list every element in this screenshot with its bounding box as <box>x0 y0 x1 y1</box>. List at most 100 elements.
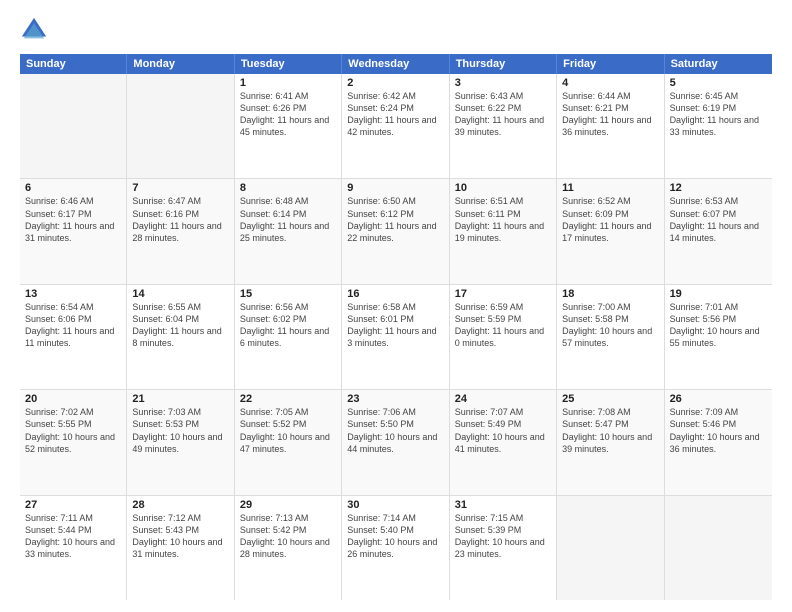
cell-info: Sunrise: 6:41 AMSunset: 6:26 PMDaylight:… <box>240 90 336 139</box>
day-number: 6 <box>25 182 121 194</box>
header <box>20 16 772 44</box>
calendar-cell: 5Sunrise: 6:45 AMSunset: 6:19 PMDaylight… <box>665 74 772 178</box>
cell-info: Sunrise: 7:00 AMSunset: 5:58 PMDaylight:… <box>562 301 658 350</box>
calendar-cell: 21Sunrise: 7:03 AMSunset: 5:53 PMDayligh… <box>127 390 234 494</box>
cell-info: Sunrise: 6:50 AMSunset: 6:12 PMDaylight:… <box>347 195 443 244</box>
day-number: 29 <box>240 499 336 511</box>
weekday-header: Sunday <box>20 54 127 74</box>
cell-info: Sunrise: 6:59 AMSunset: 5:59 PMDaylight:… <box>455 301 551 350</box>
day-number: 5 <box>670 77 767 89</box>
cell-info: Sunrise: 6:51 AMSunset: 6:11 PMDaylight:… <box>455 195 551 244</box>
calendar-cell: 28Sunrise: 7:12 AMSunset: 5:43 PMDayligh… <box>127 496 234 600</box>
calendar-cell: 10Sunrise: 6:51 AMSunset: 6:11 PMDayligh… <box>450 179 557 283</box>
calendar-cell: 14Sunrise: 6:55 AMSunset: 6:04 PMDayligh… <box>127 285 234 389</box>
calendar-cell <box>127 74 234 178</box>
calendar-cell: 29Sunrise: 7:13 AMSunset: 5:42 PMDayligh… <box>235 496 342 600</box>
calendar-cell: 12Sunrise: 6:53 AMSunset: 6:07 PMDayligh… <box>665 179 772 283</box>
calendar-cell: 22Sunrise: 7:05 AMSunset: 5:52 PMDayligh… <box>235 390 342 494</box>
day-number: 7 <box>132 182 228 194</box>
day-number: 28 <box>132 499 228 511</box>
day-number: 18 <box>562 288 658 300</box>
weekday-header: Wednesday <box>342 54 449 74</box>
calendar-cell <box>665 496 772 600</box>
calendar-cell: 16Sunrise: 6:58 AMSunset: 6:01 PMDayligh… <box>342 285 449 389</box>
cell-info: Sunrise: 7:08 AMSunset: 5:47 PMDaylight:… <box>562 406 658 455</box>
calendar-cell <box>20 74 127 178</box>
calendar-cell: 20Sunrise: 7:02 AMSunset: 5:55 PMDayligh… <box>20 390 127 494</box>
calendar-header: SundayMondayTuesdayWednesdayThursdayFrid… <box>20 54 772 74</box>
cell-info: Sunrise: 6:55 AMSunset: 6:04 PMDaylight:… <box>132 301 228 350</box>
calendar-cell: 25Sunrise: 7:08 AMSunset: 5:47 PMDayligh… <box>557 390 664 494</box>
calendar-cell: 4Sunrise: 6:44 AMSunset: 6:21 PMDaylight… <box>557 74 664 178</box>
cell-info: Sunrise: 7:15 AMSunset: 5:39 PMDaylight:… <box>455 512 551 561</box>
logo <box>20 16 52 44</box>
cell-info: Sunrise: 7:09 AMSunset: 5:46 PMDaylight:… <box>670 406 767 455</box>
calendar-cell: 6Sunrise: 6:46 AMSunset: 6:17 PMDaylight… <box>20 179 127 283</box>
calendar-cell: 18Sunrise: 7:00 AMSunset: 5:58 PMDayligh… <box>557 285 664 389</box>
page: SundayMondayTuesdayWednesdayThursdayFrid… <box>0 0 792 612</box>
day-number: 11 <box>562 182 658 194</box>
day-number: 4 <box>562 77 658 89</box>
calendar-cell: 11Sunrise: 6:52 AMSunset: 6:09 PMDayligh… <box>557 179 664 283</box>
cell-info: Sunrise: 7:06 AMSunset: 5:50 PMDaylight:… <box>347 406 443 455</box>
cell-info: Sunrise: 6:56 AMSunset: 6:02 PMDaylight:… <box>240 301 336 350</box>
calendar-cell: 26Sunrise: 7:09 AMSunset: 5:46 PMDayligh… <box>665 390 772 494</box>
weekday-header: Monday <box>127 54 234 74</box>
calendar-cell: 2Sunrise: 6:42 AMSunset: 6:24 PMDaylight… <box>342 74 449 178</box>
day-number: 3 <box>455 77 551 89</box>
calendar-cell <box>557 496 664 600</box>
day-number: 31 <box>455 499 551 511</box>
day-number: 21 <box>132 393 228 405</box>
day-number: 30 <box>347 499 443 511</box>
calendar-row: 27Sunrise: 7:11 AMSunset: 5:44 PMDayligh… <box>20 496 772 600</box>
calendar-cell: 30Sunrise: 7:14 AMSunset: 5:40 PMDayligh… <box>342 496 449 600</box>
cell-info: Sunrise: 7:07 AMSunset: 5:49 PMDaylight:… <box>455 406 551 455</box>
cell-info: Sunrise: 6:52 AMSunset: 6:09 PMDaylight:… <box>562 195 658 244</box>
day-number: 17 <box>455 288 551 300</box>
day-number: 2 <box>347 77 443 89</box>
day-number: 9 <box>347 182 443 194</box>
calendar-cell: 9Sunrise: 6:50 AMSunset: 6:12 PMDaylight… <box>342 179 449 283</box>
cell-info: Sunrise: 6:45 AMSunset: 6:19 PMDaylight:… <box>670 90 767 139</box>
day-number: 13 <box>25 288 121 300</box>
calendar-row: 1Sunrise: 6:41 AMSunset: 6:26 PMDaylight… <box>20 74 772 179</box>
calendar-cell: 23Sunrise: 7:06 AMSunset: 5:50 PMDayligh… <box>342 390 449 494</box>
cell-info: Sunrise: 6:53 AMSunset: 6:07 PMDaylight:… <box>670 195 767 244</box>
calendar-cell: 24Sunrise: 7:07 AMSunset: 5:49 PMDayligh… <box>450 390 557 494</box>
cell-info: Sunrise: 6:48 AMSunset: 6:14 PMDaylight:… <box>240 195 336 244</box>
calendar: SundayMondayTuesdayWednesdayThursdayFrid… <box>20 54 772 600</box>
cell-info: Sunrise: 6:58 AMSunset: 6:01 PMDaylight:… <box>347 301 443 350</box>
calendar-row: 13Sunrise: 6:54 AMSunset: 6:06 PMDayligh… <box>20 285 772 390</box>
calendar-row: 20Sunrise: 7:02 AMSunset: 5:55 PMDayligh… <box>20 390 772 495</box>
calendar-cell: 7Sunrise: 6:47 AMSunset: 6:16 PMDaylight… <box>127 179 234 283</box>
cell-info: Sunrise: 7:03 AMSunset: 5:53 PMDaylight:… <box>132 406 228 455</box>
logo-icon <box>20 16 48 44</box>
cell-info: Sunrise: 6:46 AMSunset: 6:17 PMDaylight:… <box>25 195 121 244</box>
cell-info: Sunrise: 7:14 AMSunset: 5:40 PMDaylight:… <box>347 512 443 561</box>
cell-info: Sunrise: 7:01 AMSunset: 5:56 PMDaylight:… <box>670 301 767 350</box>
day-number: 16 <box>347 288 443 300</box>
day-number: 1 <box>240 77 336 89</box>
day-number: 8 <box>240 182 336 194</box>
cell-info: Sunrise: 6:47 AMSunset: 6:16 PMDaylight:… <box>132 195 228 244</box>
day-number: 26 <box>670 393 767 405</box>
day-number: 25 <box>562 393 658 405</box>
day-number: 24 <box>455 393 551 405</box>
calendar-cell: 17Sunrise: 6:59 AMSunset: 5:59 PMDayligh… <box>450 285 557 389</box>
day-number: 22 <box>240 393 336 405</box>
day-number: 19 <box>670 288 767 300</box>
day-number: 15 <box>240 288 336 300</box>
calendar-cell: 19Sunrise: 7:01 AMSunset: 5:56 PMDayligh… <box>665 285 772 389</box>
cell-info: Sunrise: 7:05 AMSunset: 5:52 PMDaylight:… <box>240 406 336 455</box>
day-number: 10 <box>455 182 551 194</box>
cell-info: Sunrise: 7:13 AMSunset: 5:42 PMDaylight:… <box>240 512 336 561</box>
calendar-cell: 1Sunrise: 6:41 AMSunset: 6:26 PMDaylight… <box>235 74 342 178</box>
calendar-cell: 27Sunrise: 7:11 AMSunset: 5:44 PMDayligh… <box>20 496 127 600</box>
day-number: 14 <box>132 288 228 300</box>
calendar-cell: 3Sunrise: 6:43 AMSunset: 6:22 PMDaylight… <box>450 74 557 178</box>
weekday-header: Tuesday <box>235 54 342 74</box>
cell-info: Sunrise: 6:43 AMSunset: 6:22 PMDaylight:… <box>455 90 551 139</box>
weekday-header: Saturday <box>665 54 772 74</box>
weekday-header: Friday <box>557 54 664 74</box>
calendar-cell: 15Sunrise: 6:56 AMSunset: 6:02 PMDayligh… <box>235 285 342 389</box>
